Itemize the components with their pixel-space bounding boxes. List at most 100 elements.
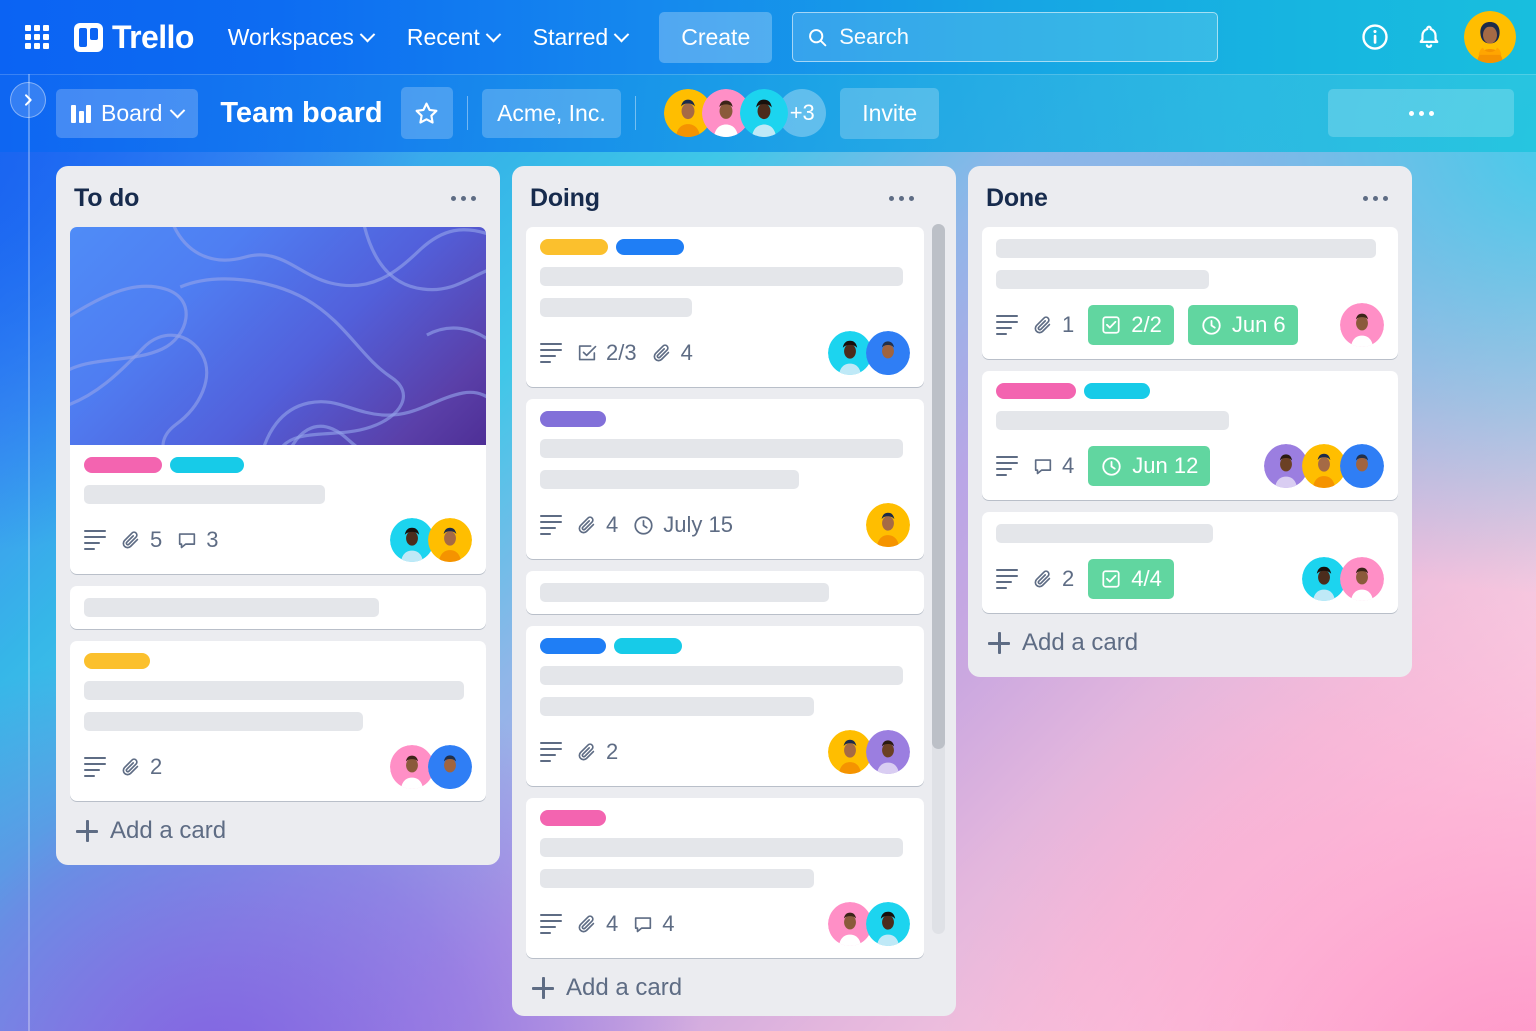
avatar[interactable] [428, 745, 472, 789]
search-input[interactable]: Search [792, 12, 1219, 62]
comment-icon [1034, 459, 1052, 475]
grid-apps-icon[interactable] [18, 18, 56, 56]
card[interactable]: 4 Jun 12 [982, 371, 1398, 500]
add-card-button-doing[interactable]: Add a card [526, 958, 924, 1008]
card-title-placeholder [84, 485, 325, 504]
card-footer: 2 [540, 730, 910, 774]
card-title-placeholder [540, 666, 903, 685]
label-yellow[interactable] [84, 653, 150, 669]
add-card-button-done[interactable]: Add a card [982, 613, 1398, 663]
avatar[interactable] [1340, 444, 1384, 488]
trello-wordmark: Trello [112, 19, 194, 55]
description-icon [996, 568, 1018, 590]
board-header-divider-2 [634, 96, 637, 130]
invite-button[interactable]: Invite [840, 87, 940, 139]
trello-logo[interactable]: Trello [74, 21, 194, 53]
create-button[interactable]: Create [659, 11, 773, 63]
account-avatar[interactable] [1464, 11, 1516, 63]
top-navigation-bar: Trello Workspaces Recent Starred Create … [0, 0, 1536, 74]
card-title-placeholder [84, 712, 364, 731]
label-pink[interactable] [84, 457, 162, 473]
card-cover-image [70, 227, 486, 445]
label-pink[interactable] [996, 383, 1076, 399]
sidebar-toggle-button[interactable] [10, 82, 46, 118]
comment-badge: 4 [1032, 453, 1074, 479]
info-circle-icon[interactable] [1356, 18, 1394, 56]
avatar[interactable] [428, 518, 472, 562]
description-badge [84, 529, 106, 551]
card-body [70, 586, 486, 629]
avatar[interactable] [1340, 557, 1384, 601]
board-view-label: Board [101, 99, 163, 126]
list-scrollbar-thumb[interactable] [932, 224, 945, 750]
attachment-badge: 2 [120, 754, 162, 780]
card[interactable]: 5 3 [70, 227, 486, 574]
board-header-divider-1 [466, 96, 469, 130]
add-card-button-to-do[interactable]: Add a card [70, 801, 486, 851]
description-icon [996, 314, 1018, 336]
label-blue[interactable] [616, 239, 684, 255]
label-pink[interactable] [540, 810, 606, 826]
list-menu-button[interactable] [445, 190, 482, 207]
nav-recent[interactable]: Recent [393, 15, 513, 60]
avatar[interactable] [866, 902, 910, 946]
avatar[interactable] [740, 89, 789, 137]
checkbox-icon [1102, 316, 1120, 334]
card-members [390, 518, 472, 562]
card[interactable]: 4 July 15 [526, 399, 924, 559]
due-date-badge: July 15 [632, 512, 733, 538]
chevron-down-icon [359, 26, 376, 42]
avatar[interactable] [866, 503, 910, 547]
workspace-button[interactable]: Acme, Inc. [482, 88, 621, 138]
card-title-placeholder [540, 439, 903, 458]
board-view-switcher[interactable]: Board [56, 88, 199, 138]
bell-icon[interactable] [1410, 18, 1448, 56]
nav-workspaces[interactable]: Workspaces [214, 15, 387, 60]
checklist-count: 2/3 [606, 340, 637, 365]
nav-starred[interactable]: Starred [519, 15, 641, 60]
card[interactable]: 1 2/2 Jun 6 [982, 227, 1398, 359]
label-cyan[interactable] [614, 638, 682, 654]
card[interactable]: 2 [526, 626, 924, 786]
due-date-value: Jun 12 [1132, 453, 1199, 478]
label-purple[interactable] [540, 411, 606, 427]
list-menu-button[interactable] [883, 190, 920, 207]
card-labels [540, 411, 910, 427]
attachment-count: 4 [680, 340, 693, 365]
card[interactable]: 2/3 4 [526, 227, 924, 387]
description-icon [540, 514, 562, 536]
card[interactable] [526, 571, 924, 614]
card[interactable]: 2 4/4 [982, 512, 1398, 613]
card-body: 4 Jun 12 [982, 371, 1398, 500]
label-blue[interactable] [540, 638, 606, 654]
card-title-placeholder [996, 270, 1210, 289]
list-scrollbar-track[interactable] [932, 224, 945, 934]
list-menu-button[interactable] [1357, 190, 1394, 207]
card-footer: 4 July 15 [540, 503, 910, 547]
avatar[interactable] [1340, 303, 1384, 347]
card[interactable]: 2 [70, 641, 486, 801]
card[interactable] [70, 586, 486, 629]
card-body: 1 2/2 Jun 6 [982, 227, 1398, 359]
ellipsis-icon [1408, 110, 1434, 116]
card-members [828, 730, 910, 774]
star-board-button[interactable] [400, 87, 453, 139]
star-outline-icon [415, 102, 438, 124]
trello-mark-icon [74, 22, 103, 52]
card-title-placeholder [996, 524, 1214, 543]
label-cyan[interactable] [170, 457, 244, 473]
board-menu-button[interactable] [1328, 89, 1514, 137]
board-members: +3 [664, 89, 827, 137]
board-title[interactable]: Team board [220, 97, 382, 130]
avatar[interactable] [866, 730, 910, 774]
label-cyan[interactable] [1084, 383, 1150, 399]
label-yellow[interactable] [540, 239, 608, 255]
attachment-count: 2 [1062, 566, 1075, 591]
description-icon [540, 342, 562, 364]
card-footer: 1 2/2 Jun 6 [996, 303, 1384, 347]
card-title-placeholder [540, 470, 799, 489]
card[interactable]: 4 4 [526, 798, 924, 958]
avatar[interactable] [866, 331, 910, 375]
comment-count: 4 [662, 911, 675, 936]
checklist-count: 2/2 [1131, 312, 1162, 337]
